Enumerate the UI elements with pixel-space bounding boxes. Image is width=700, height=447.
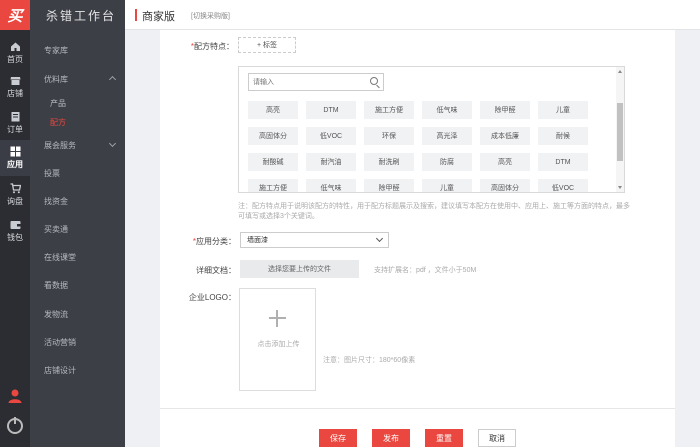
feature-label: *配方特点： xyxy=(190,42,234,51)
choose-file-button[interactable]: 选择您要上传的文件 xyxy=(240,260,359,278)
sidebar-item-logistics[interactable]: 发物流 xyxy=(44,309,68,320)
user-icon[interactable] xyxy=(7,388,23,404)
tag-option[interactable]: 耐洗刷 xyxy=(364,153,414,171)
tag-option[interactable]: 高亮 xyxy=(480,153,530,171)
scrollbar-thumb[interactable] xyxy=(617,103,623,161)
secondary-sidebar: 杀错工作台 专家库 优料库 产品 配方 展会服务 投票 找资金 买卖通 在线课堂… xyxy=(30,0,125,447)
upload-label: 点击添加上传 xyxy=(257,341,300,348)
tag-grid: 高亮 DTM 施工方便 低气味 除甲醛 儿童 高固体分 低VOC 环保 高光泽 成本低廉 耐候 耐酸碱耐… xyxy=(248,101,598,192)
category-label: *应用分类： xyxy=(192,237,236,246)
tag-option[interactable]: 高固体分 xyxy=(248,127,298,145)
tag-option[interactable]: 耐汽油 xyxy=(306,153,356,171)
apps-icon xyxy=(10,146,21,157)
title-accent xyxy=(135,9,137,21)
cancel-button[interactable]: 取消 xyxy=(478,429,516,447)
tag-option[interactable]: 低气味 xyxy=(422,101,472,119)
tag-option[interactable]: 低气味 xyxy=(306,179,356,192)
category-select[interactable]: 墙面漆 xyxy=(240,232,389,248)
tag-picker: 高亮DTM施工方便低气味除甲醛儿童高固体分低VOC环保高光泽成本低廉耐候耐酸碱耐… xyxy=(238,66,625,193)
sidebar-item-online-class[interactable]: 在线课堂 xyxy=(44,252,76,263)
sidebar-item-trade[interactable]: 买卖通 xyxy=(44,224,68,235)
sidebar-item-expert-library[interactable]: 专家库 xyxy=(44,45,68,56)
form-panel: *配方特点： + 标签 高亮DTM施工方便低气味除甲醛儿童高固体分低VOC环保高… xyxy=(160,30,675,447)
sidebar-item-marketing[interactable]: 活动营销 xyxy=(44,337,76,348)
store-icon xyxy=(10,75,21,86)
rail-item-inquiry[interactable]: 询盘 xyxy=(0,176,30,214)
tag-option[interactable]: 施工方便 xyxy=(248,179,298,192)
divider xyxy=(160,408,675,409)
rail-item-wallet[interactable]: 钱包 xyxy=(0,212,30,250)
add-tag-button[interactable]: + 标签 xyxy=(238,37,296,53)
switch-version-link[interactable]: [切换采购版] xyxy=(191,11,230,21)
sidebar-item-formulas[interactable]: 配方 xyxy=(50,117,66,128)
category-selected-value: 墙面漆 xyxy=(247,237,268,244)
tag-option[interactable]: 施工方便 xyxy=(364,101,414,119)
sidebar-item-store-design[interactable]: 店铺设计 xyxy=(44,365,76,376)
tag-option[interactable]: 高光泽 xyxy=(422,127,472,145)
scroll-down-arrow[interactable] xyxy=(618,186,622,189)
file-hint: 支持扩展名：pdf ，文件小于50M xyxy=(374,267,477,274)
save-button[interactable]: 保存 xyxy=(319,429,357,447)
rail-item-label: 首页 xyxy=(7,55,23,64)
rail-item-apps[interactable]: 应用 xyxy=(0,140,30,176)
search-icon[interactable] xyxy=(370,77,378,85)
plus-icon-vertical xyxy=(276,310,278,327)
doc-label: 详细文档： xyxy=(196,266,236,275)
brand-logo[interactable]: 买 xyxy=(0,0,30,30)
tag-option[interactable]: 高亮 xyxy=(248,101,298,119)
tag-option[interactable]: 环保 xyxy=(364,127,414,145)
logo-label: 企业LOGO： xyxy=(188,293,236,302)
sidebar-item-data[interactable]: 看数据 xyxy=(44,280,68,291)
scrollbar[interactable] xyxy=(616,67,624,192)
sidebar-item-exhibition[interactable]: 展会服务 xyxy=(44,140,76,151)
top-bar: 商家版 [切换采购版] xyxy=(125,0,700,30)
tag-option[interactable]: 耐候 xyxy=(538,127,588,145)
publish-button[interactable]: 发布 xyxy=(372,429,410,447)
tag-option[interactable]: 除甲醛 xyxy=(364,179,414,192)
scroll-up-arrow[interactable] xyxy=(618,70,622,73)
tag-search-input[interactable] xyxy=(249,74,361,90)
tag-option[interactable]: DTM xyxy=(306,101,356,119)
sidebar-item-funding[interactable]: 找资金 xyxy=(44,196,68,207)
cart-icon xyxy=(10,183,21,194)
wallet-icon xyxy=(10,219,21,230)
tag-option[interactable]: 低VOC xyxy=(306,127,356,145)
icon-rail: 买 首页 店铺 订单 应用 询盘 钱包 xyxy=(0,0,30,447)
chevron-down-icon xyxy=(375,234,384,243)
reset-button[interactable]: 重置 xyxy=(425,429,463,447)
tag-search-box[interactable] xyxy=(248,73,384,91)
tag-option[interactable]: 儿童 xyxy=(422,179,472,192)
logo-size-note: 注意：图片尺寸：180*60像素 xyxy=(323,357,416,364)
tag-option[interactable]: 高固体分 xyxy=(480,179,530,192)
sidebar-item-material-library[interactable]: 优料库 xyxy=(44,74,68,85)
chevron-down-icon[interactable] xyxy=(108,139,117,148)
feature-note: 注：配方特点用于说明该配方的特性，用于配方标题展示及搜索，建议填写本配方在使用中… xyxy=(238,203,630,220)
rail-item-orders[interactable]: 订单 xyxy=(0,104,30,142)
power-icon[interactable] xyxy=(7,417,23,434)
sidebar-item-products[interactable]: 产品 xyxy=(50,98,66,109)
rail-item-store[interactable]: 店铺 xyxy=(0,68,30,106)
tag-option[interactable]: 低VOC xyxy=(538,179,588,192)
tag-option[interactable]: 防腐 xyxy=(422,153,472,171)
logo-upload-area[interactable]: 点击添加上传 xyxy=(239,288,316,391)
chevron-up-icon[interactable] xyxy=(108,75,117,84)
rail-item-label: 应用 xyxy=(7,160,23,169)
brand-name: 杀错工作台 xyxy=(46,8,117,23)
rail-item-label: 店铺 xyxy=(7,89,23,98)
order-icon xyxy=(10,111,21,122)
tag-option[interactable]: 成本低廉 xyxy=(480,127,530,145)
tag-option[interactable]: 除甲醛 xyxy=(480,101,530,119)
rail-item-home[interactable]: 首页 xyxy=(0,34,30,72)
home-icon xyxy=(10,41,21,52)
tag-option[interactable]: 耐酸碱 xyxy=(248,153,298,171)
page-title: 商家版 xyxy=(142,11,175,23)
tag-option[interactable]: 儿童 xyxy=(538,101,588,119)
rail-item-label: 钱包 xyxy=(7,233,23,242)
rail-item-label: 订单 xyxy=(7,125,23,134)
rail-item-label: 询盘 xyxy=(7,197,23,206)
tag-option[interactable]: DTM xyxy=(538,153,588,171)
sidebar-item-vote[interactable]: 投票 xyxy=(44,168,60,179)
